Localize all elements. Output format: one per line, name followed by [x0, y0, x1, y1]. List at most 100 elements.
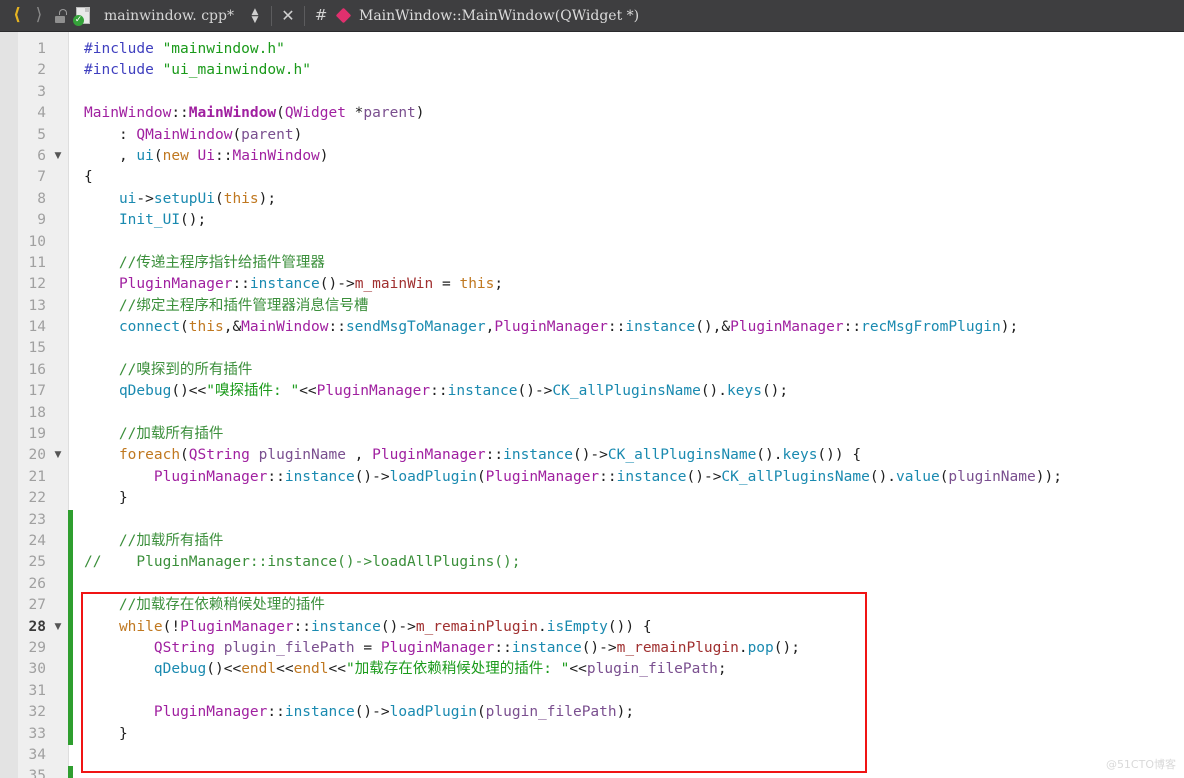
code-line[interactable]: 18 — [0, 403, 1184, 424]
code-text: //嗅探到的所有插件 — [118, 361, 253, 378]
chevron-right-icon: ⟩ — [35, 5, 43, 25]
file-status-indicator[interactable]: ✓ — [72, 5, 94, 27]
line-number: 22 — [28, 490, 46, 507]
code-line[interactable]: 19 //加载所有插件 — [0, 424, 1184, 445]
code-text: ui->setupUi(this); — [118, 190, 277, 207]
nav-forward-button[interactable]: ⟩ — [28, 5, 50, 27]
file-checked-icon: ✓ — [73, 7, 90, 26]
chevron-left-icon: ⟨ — [13, 5, 21, 25]
code-line[interactable]: 24 //加载所有插件 — [0, 530, 1184, 553]
code-text: , ui(new Ui::MainWindow) — [118, 147, 329, 164]
code-line[interactable]: 12 PluginManager::instance()->m_mainWin … — [0, 274, 1184, 295]
code-line[interactable]: 11 //传递主程序指针给插件管理器 — [0, 253, 1184, 274]
line-number: 19 — [28, 426, 46, 443]
code-line[interactable]: 7{ — [0, 167, 1184, 188]
line-number: 14 — [28, 319, 46, 336]
line-number: 33 — [28, 725, 46, 742]
open-file-name[interactable]: mainwindow. cpp* — [104, 8, 234, 24]
code-line[interactable]: 31 — [0, 680, 1184, 703]
line-number: 6 — [37, 147, 46, 164]
code-line[interactable]: 15 — [0, 338, 1184, 359]
code-line[interactable]: 20 ▼ foreach(QString pluginName , PluginM… — [0, 445, 1184, 466]
code-line[interactable]: 8 ui->setupUi(this); — [0, 189, 1184, 210]
close-icon: ✕ — [281, 5, 295, 25]
code-line[interactable]: 28 ▼ while(!PluginManager::instance()->m_… — [0, 616, 1184, 638]
fold-toggle-icon[interactable]: ▼ — [48, 617, 68, 638]
code-line[interactable]: 27 //加载存在依赖稍候处理的插件 — [0, 595, 1184, 617]
editor-toolbar: ⟨ ⟩ ✓ mainwindow. cpp* ▲ ▼ ✕ # MainWindow… — [0, 0, 1184, 32]
fold-toggle-icon[interactable]: ▼ — [48, 445, 68, 466]
line-number: 26 — [28, 575, 46, 592]
close-file-button[interactable]: ✕ — [277, 5, 299, 27]
code-line[interactable]: 30 qDebug()<<endl<<endl<<"加载存在依赖稍候处理的插件:… — [0, 659, 1184, 681]
line-number: 30 — [28, 661, 46, 678]
code-line[interactable]: 35 — [0, 766, 1184, 778]
code-line[interactable]: 2 #include "ui_mainwindow.h" — [0, 60, 1184, 81]
line-number: 3 — [37, 83, 46, 100]
line-number: 13 — [28, 297, 46, 314]
code-text: QString plugin_filePath = PluginManager:… — [153, 639, 800, 656]
code-text: #include "mainwindow.h" — [84, 41, 285, 57]
line-number: 24 — [28, 532, 46, 549]
nav-back-button[interactable]: ⟨ — [6, 5, 28, 27]
code-text: PluginManager::instance()->loadPlugin(pl… — [153, 704, 635, 721]
goto-line-button[interactable]: # — [310, 5, 332, 27]
line-number: 29 — [28, 639, 46, 656]
code-line[interactable]: 10 — [0, 232, 1184, 253]
code-editor[interactable]: 1 #include "mainwindow.h" 2 #include "ui_ma… — [0, 32, 1184, 778]
code-text: Init_UI(); — [118, 212, 207, 229]
line-number: 31 — [28, 682, 46, 699]
line-number: 15 — [28, 340, 46, 357]
code-line[interactable]: 16 //嗅探到的所有插件 — [0, 360, 1184, 381]
code-line[interactable]: 34 — [0, 745, 1184, 766]
fold-toggle-icon[interactable]: ▼ — [48, 146, 68, 167]
file-selector-dropdown[interactable]: ▲ ▼ — [244, 5, 266, 27]
code-line[interactable]: 21 PluginManager::instance()->loadPlugin… — [0, 467, 1184, 488]
method-diamond-icon — [335, 7, 352, 24]
code-line[interactable]: 33 } — [0, 723, 1184, 745]
line-number: 9 — [37, 212, 46, 229]
code-line[interactable]: 13 //绑定主程序和插件管理器消息信号槽 — [0, 296, 1184, 317]
code-text: } — [118, 490, 128, 507]
code-text: #include "ui_mainwindow.h" — [84, 62, 311, 79]
code-text: connect(this,&MainWindow::sendMsgToManag… — [118, 319, 1019, 336]
line-number: 35 — [28, 768, 46, 778]
code-text: qDebug()<<endl<<endl<<"加载存在依赖稍候处理的插件: "<… — [153, 661, 727, 678]
code-line[interactable]: 29 QString plugin_filePath = PluginManag… — [0, 637, 1184, 660]
code-line[interactable]: 25 // PluginManager::instance()->loadAllP… — [0, 552, 1184, 574]
code-line[interactable]: 9 Init_UI(); — [0, 210, 1184, 231]
code-line[interactable]: 5 : QMainWindow(parent) — [0, 125, 1184, 146]
code-line[interactable]: 17 qDebug()<<"嗅探插件: "<<PluginManager::in… — [0, 381, 1184, 402]
line-number: 28 — [28, 618, 46, 635]
watermark-label: @51CTO博客 — [1105, 758, 1176, 771]
code-text: //加载存在依赖稍候处理的插件 — [118, 597, 325, 614]
code-text: PluginManager::instance()->m_mainWin = t… — [118, 276, 504, 293]
code-text: : QMainWindow(parent) — [118, 126, 303, 143]
code-line[interactable]: 1 #include "mainwindow.h" — [0, 39, 1184, 60]
code-line[interactable]: 32 PluginManager::instance()->loadPlugin… — [0, 702, 1184, 724]
code-line[interactable]: 3 — [0, 82, 1184, 103]
code-line[interactable]: 23 — [0, 509, 1184, 531]
current-symbol-name[interactable]: MainWindow::MainWindow(QWidget *) — [359, 8, 639, 24]
line-number: 32 — [28, 704, 46, 721]
code-line[interactable]: 14 connect(this,&MainWindow::sendMsgToMa… — [0, 317, 1184, 338]
split-editor-icon: ▲ ▼ — [251, 6, 259, 25]
lock-toggle-button[interactable] — [50, 5, 72, 27]
code-text: while(!PluginManager::instance()->m_rema… — [118, 618, 652, 635]
code-line[interactable]: 6 ▼ , ui(new Ui::MainWindow) — [0, 146, 1184, 167]
code-line[interactable]: 22 } — [0, 488, 1184, 509]
line-number: 23 — [28, 511, 46, 528]
code-text: //绑定主程序和插件管理器消息信号槽 — [118, 297, 369, 314]
line-number: 10 — [28, 233, 46, 250]
line-number: 11 — [28, 254, 46, 271]
code-line[interactable]: 26 — [0, 573, 1184, 596]
line-number: 17 — [28, 383, 46, 400]
code-line[interactable]: 4 MainWindow::MainWindow(QWidget *parent) — [0, 103, 1184, 124]
line-number: 21 — [28, 468, 46, 485]
